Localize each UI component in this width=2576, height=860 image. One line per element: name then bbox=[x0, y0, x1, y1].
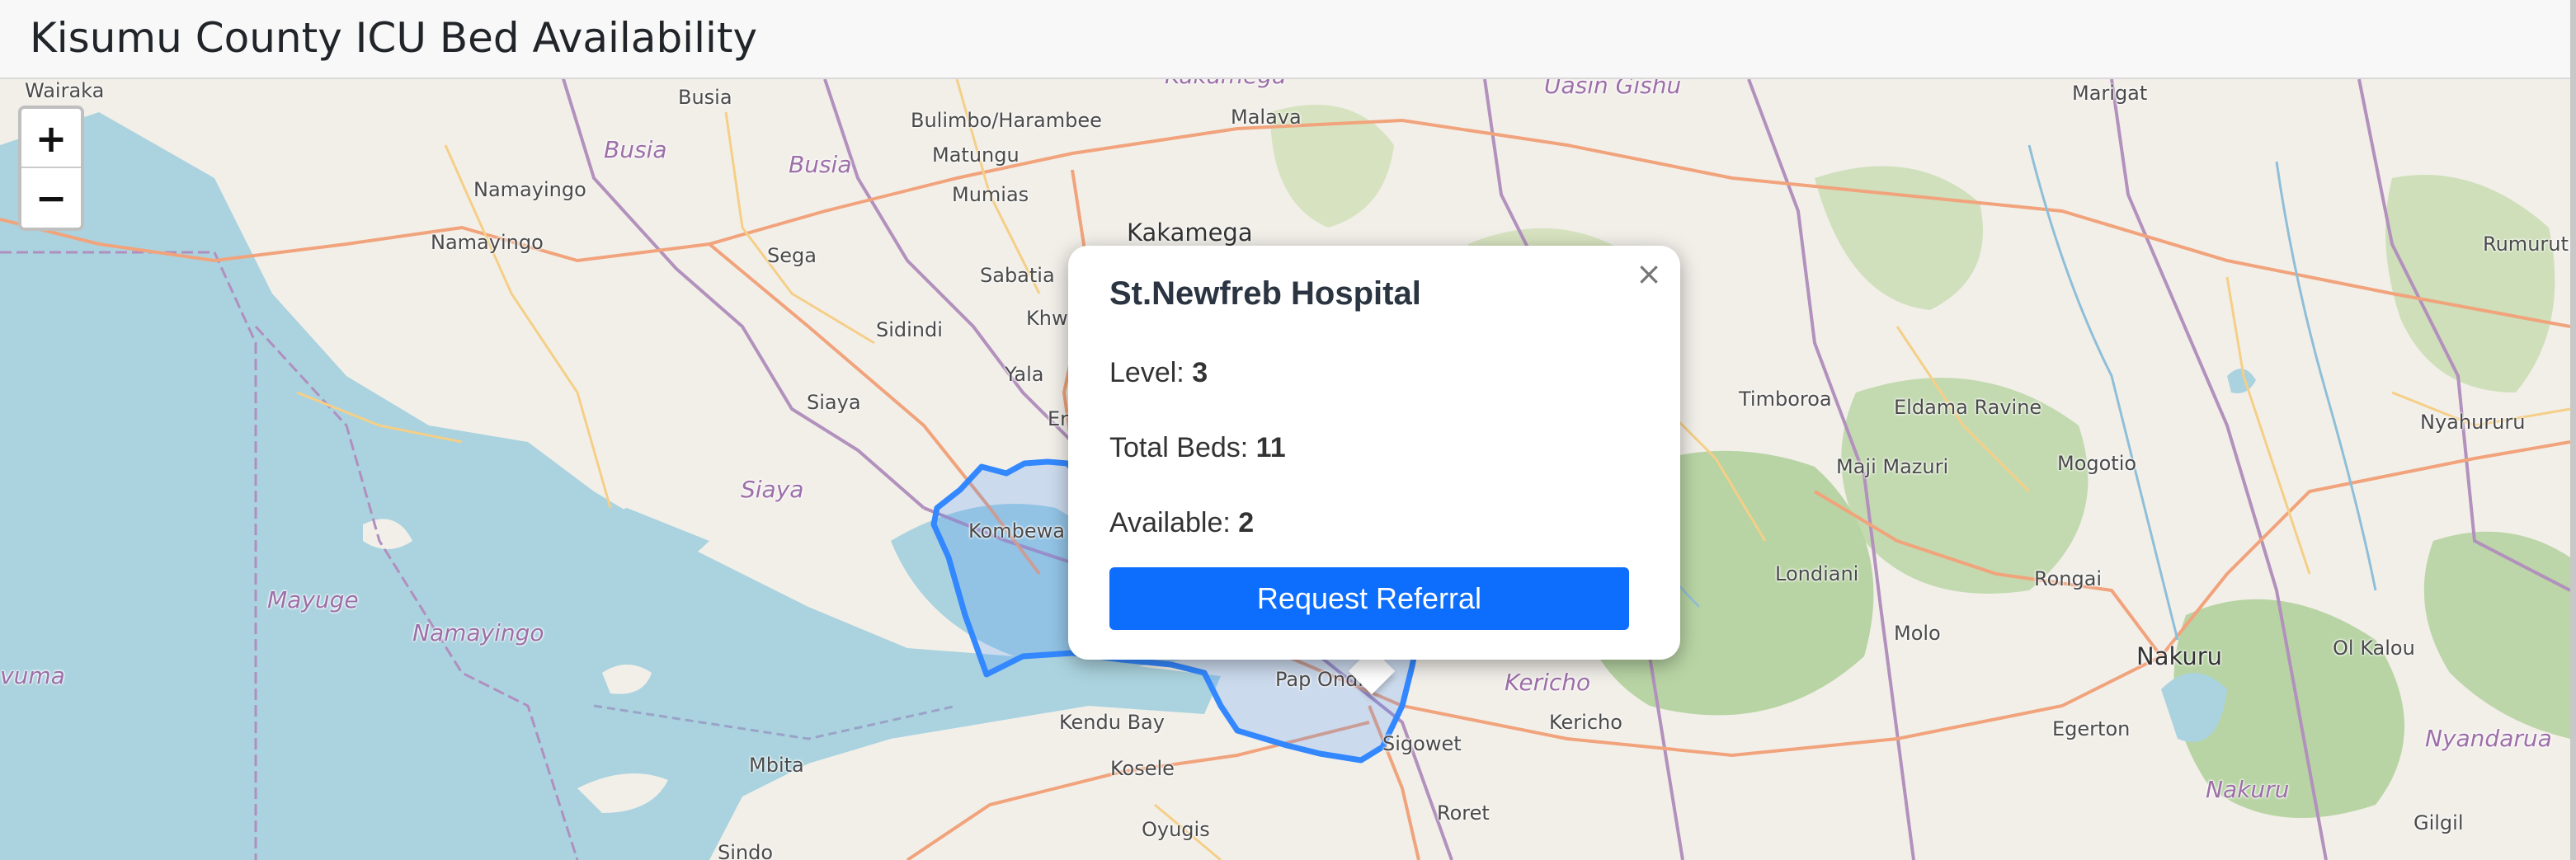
total-beds-row: Total Beds: 11 bbox=[1109, 431, 1286, 464]
place-label: Er bbox=[1048, 407, 1069, 430]
place-label: Oyugis bbox=[1142, 818, 1210, 841]
available-row: Available: 2 bbox=[1109, 506, 1254, 539]
header-bar: Kisumu County ICU Bed Availability bbox=[0, 0, 2576, 79]
place-label: Kericho bbox=[1549, 711, 1622, 734]
hospital-popup: × St.Newfreb Hospital Level: 3 Total Bed… bbox=[1068, 246, 1680, 660]
page-scrollbar[interactable] bbox=[2570, 0, 2576, 860]
level-label: Level: bbox=[1109, 357, 1193, 388]
place-label: Busia bbox=[789, 151, 852, 178]
place-label: Marigat bbox=[2072, 82, 2148, 105]
place-label: Malava bbox=[1231, 106, 1302, 129]
zoom-in-button[interactable]: + bbox=[21, 109, 81, 168]
place-label: Wairaka bbox=[25, 79, 105, 102]
place-label: Mbita bbox=[749, 754, 804, 777]
total-beds-label: Total Beds: bbox=[1109, 432, 1256, 463]
place-label: Namayingo bbox=[431, 231, 544, 254]
level-value: 3 bbox=[1192, 357, 1208, 388]
page-title: Kisumu County ICU Bed Availability bbox=[30, 14, 758, 62]
place-label: Nyahururu bbox=[2420, 411, 2526, 434]
place-label: Sidindi bbox=[876, 318, 943, 341]
place-label: Kendu Bay bbox=[1059, 711, 1165, 734]
available-value: 2 bbox=[1238, 507, 1255, 538]
place-label: Eldama Ravine bbox=[1894, 396, 2042, 419]
place-label: Mogotio bbox=[2057, 452, 2137, 475]
place-label: Ol Kalou bbox=[2333, 637, 2415, 660]
place-label: Namayingo bbox=[473, 178, 586, 201]
place-label: vuma bbox=[0, 662, 65, 689]
place-label: Sindo bbox=[718, 841, 774, 860]
hospital-name: St.Newfreb Hospital bbox=[1109, 275, 1421, 312]
place-label: Roret bbox=[1437, 801, 1490, 825]
total-beds-value: 11 bbox=[1255, 432, 1286, 463]
place-label: Khw bbox=[1026, 307, 1068, 330]
level-row: Level: 3 bbox=[1109, 356, 1208, 389]
place-label: Namayingo bbox=[412, 619, 544, 646]
place-label: Sega bbox=[767, 244, 817, 267]
place-label: Mayuge bbox=[267, 586, 359, 613]
place-label: Kakamega bbox=[1127, 219, 1253, 247]
place-label: Timboroa bbox=[1739, 388, 1832, 411]
close-icon[interactable]: × bbox=[1632, 257, 1665, 290]
place-label: Kakamega bbox=[1165, 79, 1286, 87]
place-label: Maji Mazuri bbox=[1836, 455, 1949, 478]
place-label: Nyandarua bbox=[2425, 725, 2552, 752]
place-label: Nakuru bbox=[2206, 776, 2290, 803]
zoom-out-button[interactable]: − bbox=[21, 168, 81, 228]
available-label: Available: bbox=[1109, 507, 1239, 538]
place-label: Rongai bbox=[2034, 567, 2103, 590]
place-label: Siaya bbox=[807, 391, 861, 414]
place-label: Mumias bbox=[952, 183, 1029, 206]
place-label: Siaya bbox=[741, 476, 804, 503]
place-label: Molo bbox=[1894, 622, 1941, 645]
place-label: Kericho bbox=[1505, 669, 1591, 696]
place-label: Sabatia bbox=[980, 264, 1055, 287]
place-label: Londiani bbox=[1775, 562, 1859, 585]
place-label: Kosele bbox=[1110, 757, 1175, 780]
place-label: Nakuru bbox=[2136, 642, 2223, 670]
place-label: Bulimbo/Harambee bbox=[911, 109, 1102, 132]
place-label: Sigowet bbox=[1382, 732, 1462, 755]
place-label: Matungu bbox=[932, 143, 1020, 167]
place-label: Busia bbox=[678, 86, 732, 109]
place-label: Busia bbox=[604, 136, 667, 163]
place-label: Egerton bbox=[2052, 717, 2131, 740]
place-label: Rumuruti bbox=[2483, 233, 2570, 256]
place-label: Gilgil bbox=[2414, 811, 2464, 834]
place-label: Yala bbox=[1005, 363, 1044, 386]
zoom-control: + − bbox=[18, 106, 84, 231]
place-label: Uasin Gishu bbox=[1544, 79, 1682, 99]
place-label: Kombewa bbox=[968, 519, 1065, 543]
request-referral-button[interactable]: Request Referral bbox=[1109, 567, 1629, 630]
